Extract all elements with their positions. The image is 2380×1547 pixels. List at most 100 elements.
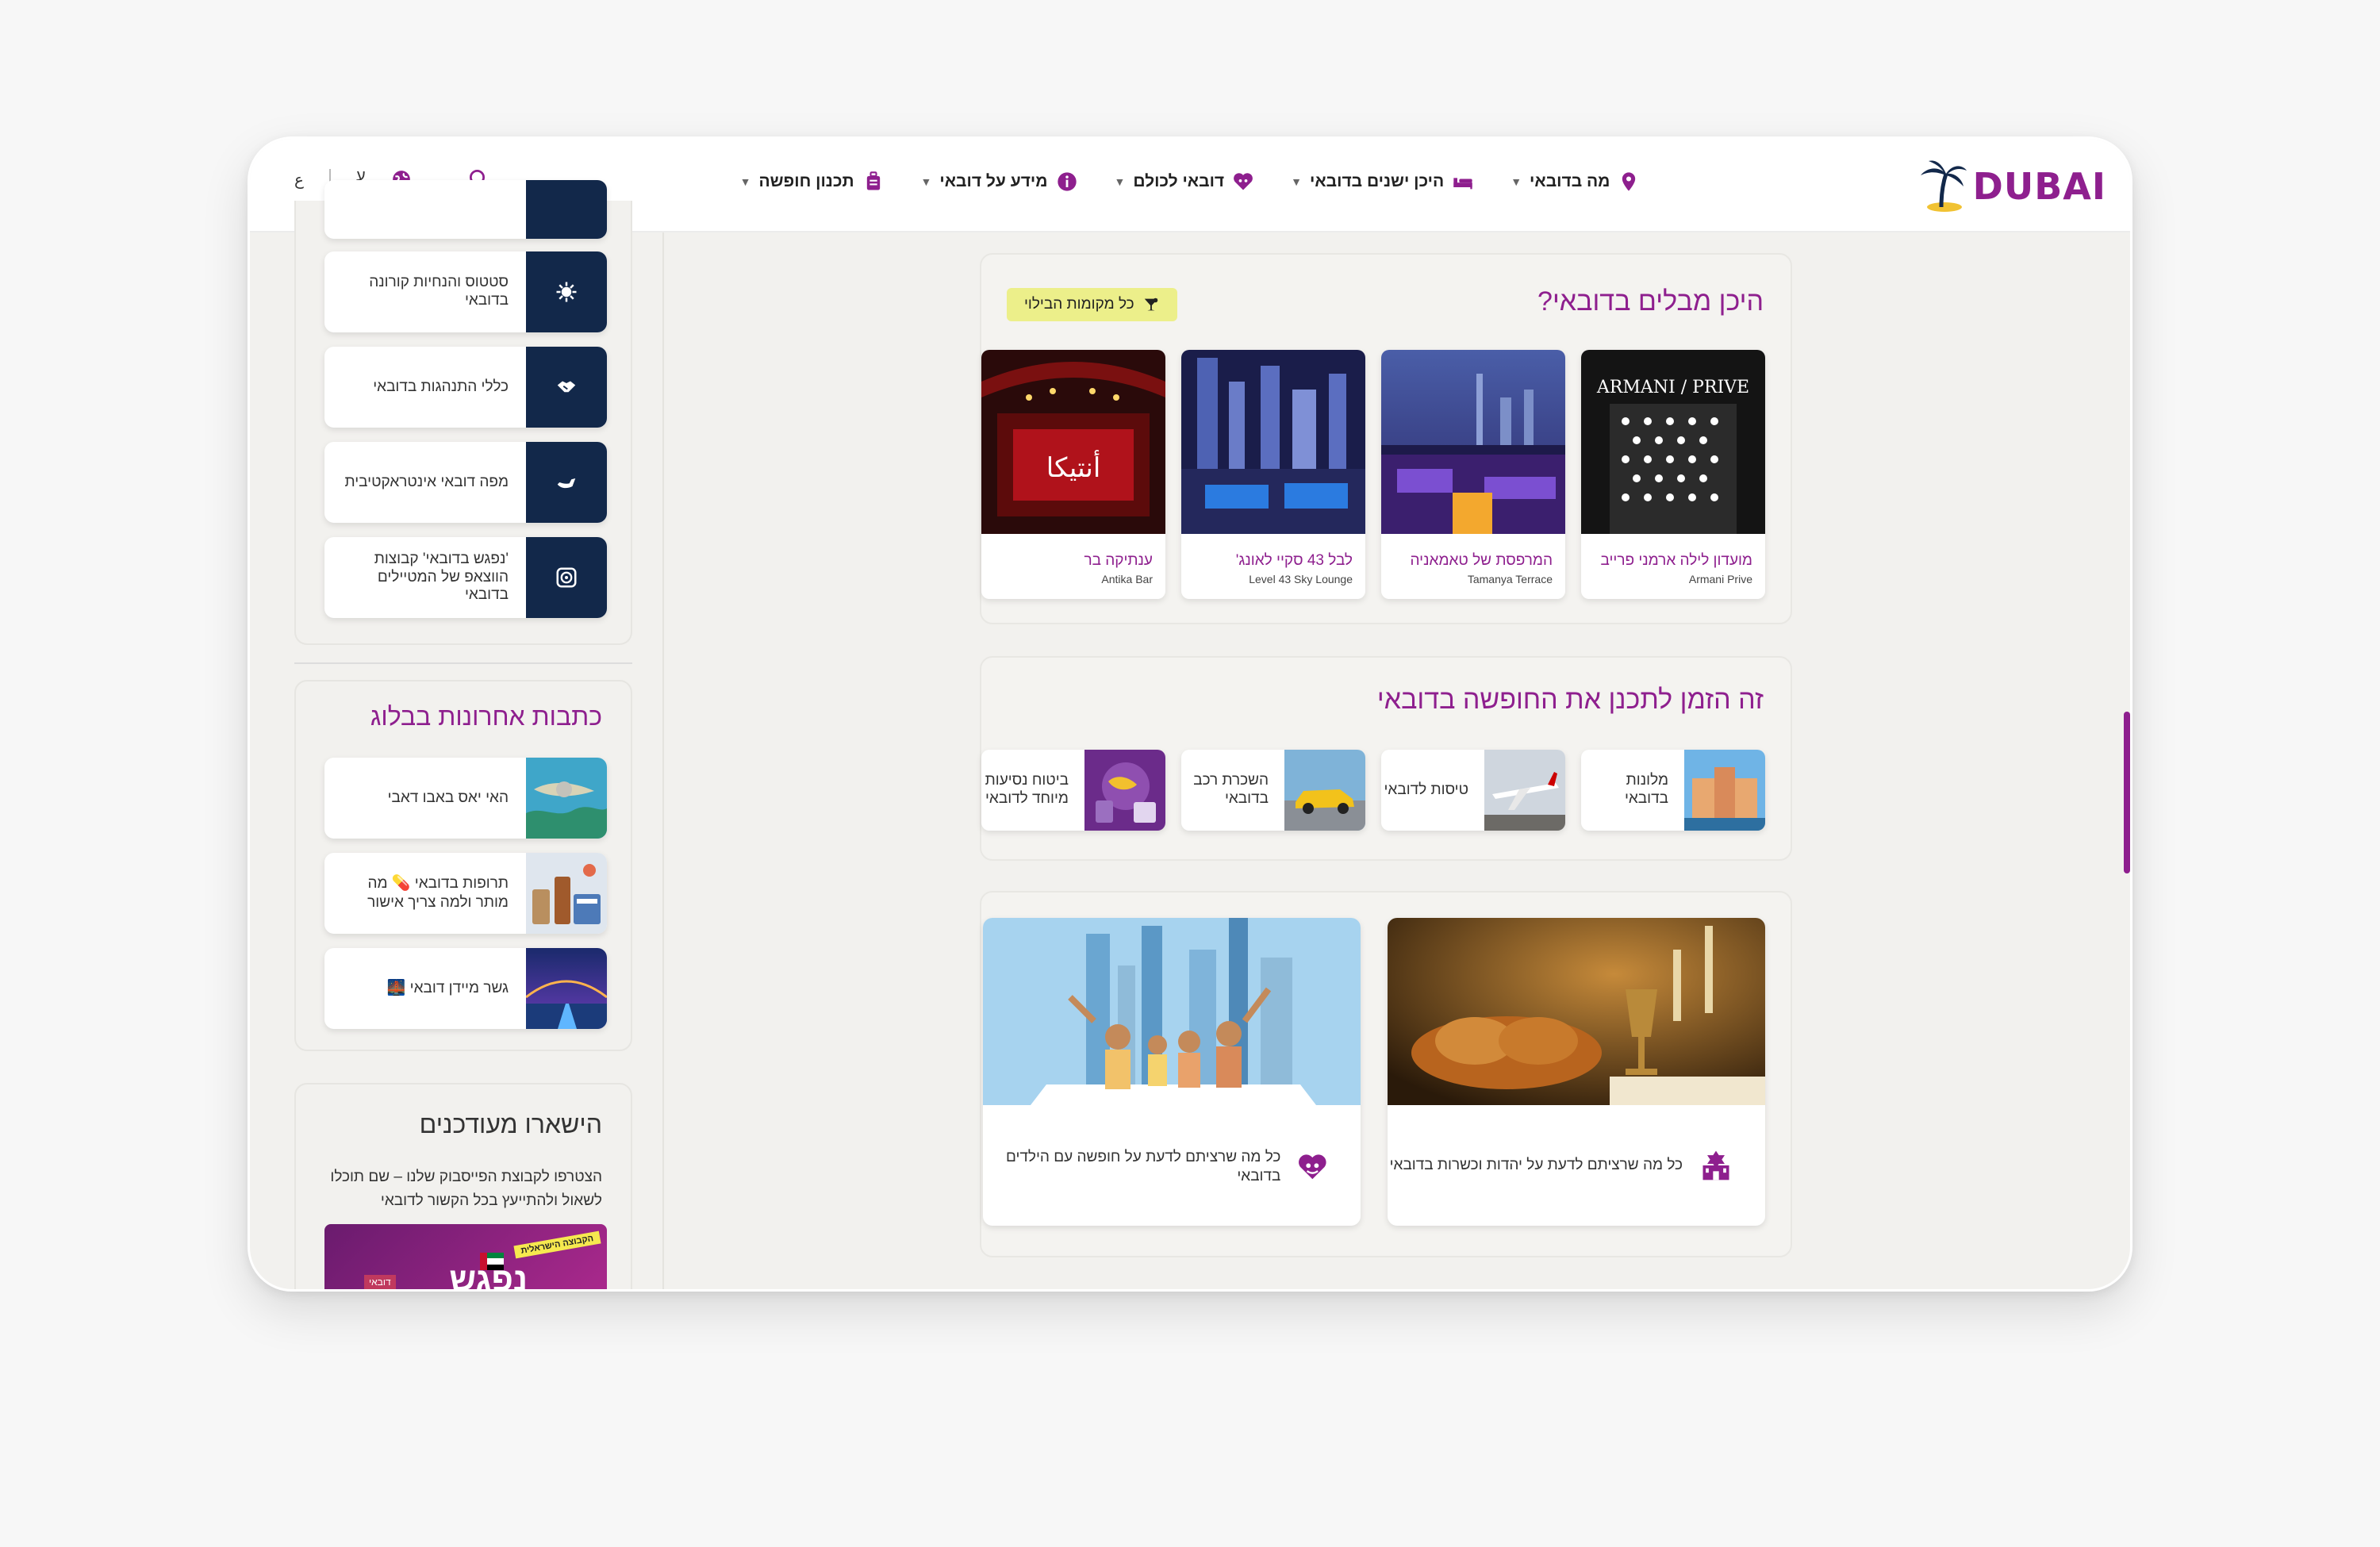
stay-updated-block: הישארו מעודכנים הצטרפו לקבוצת הפייסבוק ש… bbox=[294, 1083, 632, 1289]
family-image bbox=[983, 918, 1361, 1105]
feature-card-kids[interactable]: כל מה שרציתם לדעת על חופשה עם הילדים בדו… bbox=[983, 918, 1361, 1226]
venue-name-he: לבל 43 סקיי לאונג' bbox=[1235, 552, 1353, 569]
uae-flag-icon bbox=[480, 1253, 504, 1270]
venue-image-tamanya bbox=[1381, 350, 1565, 534]
hotel-thumbnail bbox=[1684, 750, 1765, 831]
nav-info-about-dubai[interactable]: מידע על דובאי ▼ bbox=[921, 171, 1078, 193]
sidebar-divider bbox=[294, 662, 632, 664]
map-icon bbox=[526, 442, 607, 523]
chevron-down-icon: ▼ bbox=[1511, 175, 1522, 188]
bed-icon bbox=[1453, 178, 1472, 190]
link-card-corona[interactable]: סטטוס והנחיות קורונה בדובאי bbox=[324, 251, 607, 332]
link-card-map[interactable]: מפה דובאי אינטראקטיבית bbox=[324, 442, 607, 523]
banner-ribbon: הקבוצה הישראלית bbox=[513, 1230, 601, 1259]
insurance-thumbnail bbox=[1084, 750, 1165, 831]
venue-name-he: המרפסת של טאמאניה bbox=[1410, 552, 1553, 569]
venue-name-he: ענתיקה בר bbox=[1084, 552, 1153, 569]
venue-card[interactable]: לבל 43 סקיי לאונג' Level 43 Sky Lounge bbox=[1181, 350, 1365, 599]
blog-post-card[interactable]: גשר מיידן דובאי 🌉 bbox=[324, 948, 607, 1029]
flight-thumbnail bbox=[1484, 750, 1565, 831]
chevron-down-icon: ▼ bbox=[1114, 175, 1126, 188]
venue-name-he: מועדון לילה ארמני פרייב bbox=[1600, 552, 1752, 569]
svg-text:أنتيكا: أنتيكا bbox=[1046, 450, 1101, 484]
facebook-group-banner[interactable]: הקבוצה הישראלית נפגש דובאי bbox=[324, 1224, 607, 1289]
plan-label: טיסות לדובאי bbox=[1384, 781, 1468, 798]
info-icon bbox=[1057, 172, 1077, 191]
venue-image-antika: أنتيكا bbox=[981, 350, 1165, 534]
nav-dubai-for-all[interactable]: דובאי לכולם ▼ bbox=[1115, 171, 1255, 193]
nav-vacation-planning[interactable]: תכנון חופשה ▼ bbox=[740, 171, 885, 193]
nightlife-section: היכן מבלים בדובאי? כל מקומות הבילוי ARMA… bbox=[980, 253, 1792, 624]
whatsapp-icon bbox=[526, 537, 607, 618]
all-venues-label: כל מקומות הבילוי bbox=[1024, 296, 1134, 313]
cocktail-icon bbox=[1144, 298, 1157, 311]
nav-label: היכן ישנים בדובאי bbox=[1310, 172, 1445, 190]
partial-link-card[interactable] bbox=[324, 180, 607, 239]
useful-links-block: סטטוס והנחיות קורונה בדובאי כללי התנהגות… bbox=[294, 180, 632, 645]
plan-card-car-rental[interactable]: השכרת רכב בדובאי bbox=[1181, 750, 1365, 831]
virus-icon bbox=[526, 251, 607, 332]
link-label: סטטוס והנחיות קורונה בדובאי bbox=[369, 274, 509, 309]
plan-label: מלונות בדובאי bbox=[1624, 772, 1668, 807]
blog-post-label: גשר מיידן דובאי 🌉 bbox=[386, 980, 509, 997]
page-scrollbar-thumb[interactable] bbox=[2124, 712, 2130, 873]
venue-card[interactable]: המרפסת של טאמאניה Tamanya Terrace bbox=[1381, 350, 1565, 599]
venue-name-en: Level 43 Sky Lounge bbox=[1249, 573, 1353, 585]
venue-sign: ARMANI / PRIVE bbox=[1596, 378, 1749, 397]
venue-card[interactable]: ARMANI / PRIVE מועדון לילה ארמני פרייב A… bbox=[1581, 350, 1765, 599]
blog-block: כתבות אחרונות בבלוג האי יאס באבו דאבי תר… bbox=[294, 680, 632, 1051]
planning-title: זה הזמן לתכנן את החופשה בדובאי bbox=[1376, 685, 1764, 715]
nav-label: מידע על דובאי bbox=[939, 172, 1048, 190]
plan-card-hotels[interactable]: מלונות בדובאי bbox=[1581, 750, 1765, 831]
sidebar-divider-line bbox=[662, 232, 664, 1289]
plan-card-insurance[interactable]: ביטוח נסיעות מיוחד לדובאי bbox=[981, 750, 1165, 831]
link-card-behavior[interactable]: כללי התנהגות בדובאי bbox=[324, 347, 607, 428]
venue-card[interactable]: أنتيكا ענתיקה בר Antika Bar bbox=[981, 350, 1165, 599]
nav-label: דובאי לכולם bbox=[1133, 172, 1225, 190]
blog-thumbnail-island bbox=[526, 758, 607, 839]
stay-updated-title: הישארו מעודכנים bbox=[419, 1110, 602, 1138]
nav-label: תכנון חופשה bbox=[758, 172, 854, 190]
luggage-icon bbox=[866, 171, 880, 190]
blog-post-label: תרופות בדובאי 💊 מה מותר ולמה צריך אישור bbox=[367, 875, 509, 911]
nav-label: מה בדובאי bbox=[1530, 172, 1610, 190]
venue-name-en: Tamanya Terrace bbox=[1467, 573, 1553, 585]
chevron-down-icon: ▼ bbox=[739, 175, 751, 188]
link-card-whatsapp[interactable]: 'נפגש בדובאי' קבוצות הווצאפ של המטיילים … bbox=[324, 537, 607, 618]
lang-arabic[interactable]: ع bbox=[294, 170, 304, 190]
feature-card-judaism[interactable]: כל מה שרציתם לדעת על יהדות וכשרות בדובאי bbox=[1388, 918, 1765, 1226]
plan-card-flights[interactable]: טיסות לדובאי bbox=[1381, 750, 1565, 831]
challah-image bbox=[1388, 918, 1765, 1105]
venue-name-en: Antika Bar bbox=[1101, 573, 1153, 585]
link-icon-box bbox=[526, 180, 607, 239]
banner-subtitle: דובאי bbox=[364, 1275, 396, 1289]
feature-label: כל מה שרציתם לדעת על יהדות וכשרות בדובאי bbox=[1389, 1157, 1683, 1174]
device-frame: DUBAI מה בדובאי ▼ היכן ישנים בדובאי ▼ דו… bbox=[248, 136, 2132, 1292]
car-thumbnail bbox=[1284, 750, 1365, 831]
all-venues-button[interactable]: כל מקומות הבילוי bbox=[1007, 288, 1177, 321]
nav-what-in-dubai[interactable]: מה בדובאי ▼ bbox=[1511, 171, 1640, 193]
nav-where-to-sleep[interactable]: היכן ישנים בדובאי ▼ bbox=[1291, 171, 1474, 193]
stay-updated-text: הצטרפו לקבוצת הפייסבוק שלנו – שם תוכלו ל… bbox=[330, 1169, 602, 1210]
features-section: כל מה שרציתם לדעת על יהדות וכשרות בדובאי… bbox=[980, 891, 1792, 1257]
feature-label: כל מה שרציתם לדעת על חופשה עם הילדים בדו… bbox=[1005, 1149, 1281, 1184]
handshake-icon bbox=[526, 347, 607, 428]
venue-image-armani: ARMANI / PRIVE bbox=[1581, 350, 1765, 534]
venue-image-level43 bbox=[1181, 350, 1365, 534]
blog-post-card[interactable]: תרופות בדובאי 💊 מה מותר ולמה צריך אישור bbox=[324, 853, 607, 934]
nightlife-title: היכן מבלים בדובאי? bbox=[1537, 286, 1764, 317]
blog-thumbnail-bridge bbox=[526, 948, 607, 1029]
planning-section: זה הזמן לתכנן את החופשה בדובאי מלונות בד… bbox=[980, 656, 1792, 861]
link-label: מפה דובאי אינטראקטיבית bbox=[344, 473, 509, 490]
plan-label: ביטוח נסיעות מיוחד לדובאי bbox=[985, 772, 1069, 807]
blog-title: כתבות אחרונות בבלוג bbox=[370, 702, 602, 731]
plan-label: השכרת רכב בדובאי bbox=[1193, 772, 1269, 807]
heart-people-icon bbox=[1234, 173, 1253, 190]
link-label: כללי התנהגות בדובאי bbox=[373, 378, 509, 395]
chevron-down-icon: ▼ bbox=[920, 175, 932, 188]
map-pin-icon bbox=[1622, 172, 1636, 191]
link-label bbox=[324, 180, 526, 239]
heart-family-icon bbox=[1299, 1154, 1326, 1179]
chevron-down-icon: ▼ bbox=[1291, 175, 1302, 188]
blog-post-card[interactable]: האי יאס באבו דאבי bbox=[324, 758, 607, 839]
